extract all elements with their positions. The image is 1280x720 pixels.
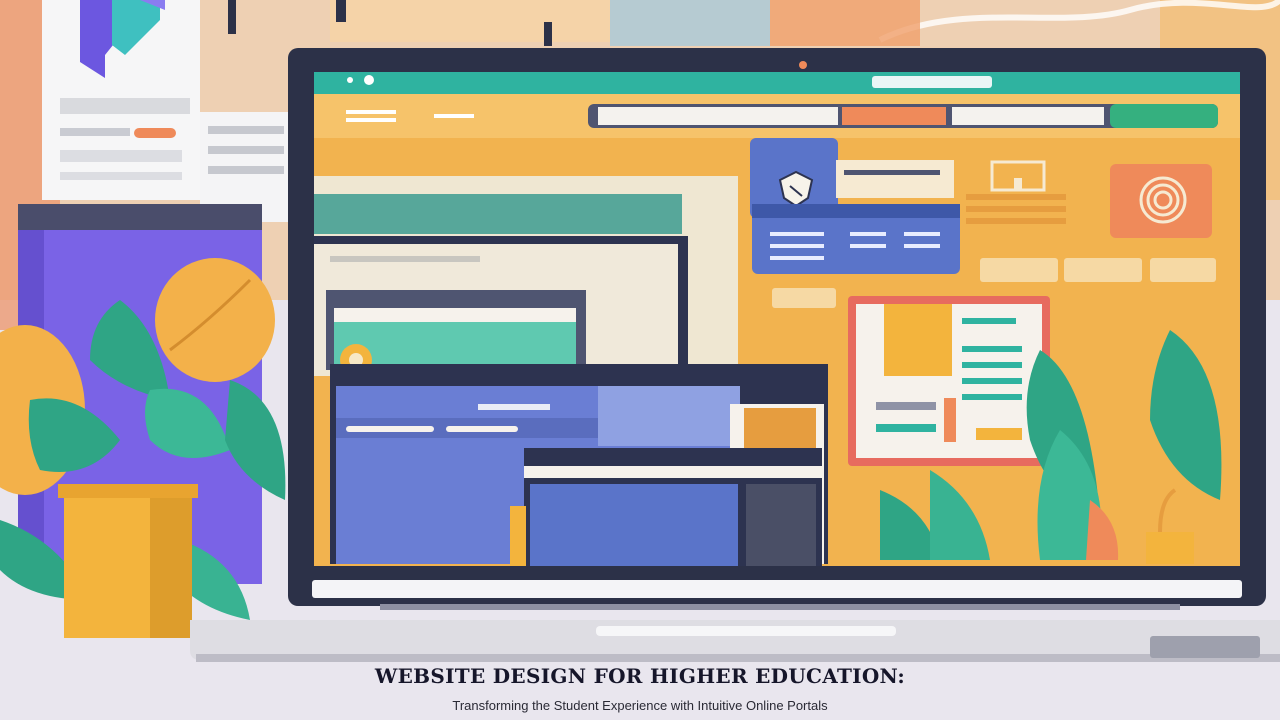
content-card-teal	[314, 194, 682, 234]
list-line	[770, 232, 824, 236]
dashboard-line	[876, 424, 936, 432]
list-card-header	[752, 204, 960, 218]
dashboard-pill	[976, 428, 1022, 440]
document-line	[208, 126, 284, 134]
list-line	[770, 256, 824, 260]
window-popup-side	[746, 484, 816, 566]
dashboard-block	[884, 304, 952, 376]
list-line	[904, 244, 940, 248]
screen-plant-pot	[1146, 532, 1194, 564]
fingerprint-card	[1110, 164, 1212, 238]
info-card-line	[844, 170, 940, 175]
cable	[228, 0, 236, 34]
laptop-hinge	[312, 580, 1242, 598]
text-block	[966, 194, 1066, 200]
laptop-base-edge	[196, 654, 1280, 662]
webcam-icon	[799, 61, 807, 69]
toolbar-text	[346, 110, 396, 114]
window-stack-back-header	[334, 308, 576, 322]
poster-pill	[134, 128, 176, 138]
poster-line	[60, 128, 130, 136]
window-popup-body	[530, 484, 738, 566]
window-line	[330, 256, 420, 262]
list-line	[850, 232, 886, 236]
browser-active-tab	[872, 76, 992, 88]
chip	[772, 288, 836, 308]
purple-box-lid	[18, 204, 262, 230]
toolbar-text	[346, 118, 396, 122]
list-line	[850, 244, 886, 248]
nav-segment-green	[1110, 104, 1218, 128]
info-card	[836, 160, 954, 198]
plant-pot-rim	[58, 484, 198, 498]
text-block	[966, 218, 1066, 224]
dashboard-line	[876, 402, 936, 410]
poster-line	[60, 98, 190, 114]
background-tile	[330, 0, 610, 42]
nav-segment-orange	[842, 107, 946, 125]
dashboard-line	[962, 378, 1022, 384]
window-main-line	[446, 426, 518, 432]
illustration-scene	[0, 0, 1280, 720]
laptop-trackpad-notch	[596, 626, 896, 636]
browser-dot	[364, 75, 374, 85]
dashboard-line	[962, 394, 1022, 400]
window-main-line	[346, 426, 434, 432]
browser-tab-bar	[314, 72, 1240, 94]
dashboard-bar	[944, 398, 956, 442]
document-line	[208, 166, 284, 174]
window-main-side	[598, 386, 740, 446]
background-tile-orange	[770, 0, 920, 46]
caption-title: WEBSITE DESIGN FOR HIGHER EDUCATION:	[374, 664, 906, 688]
nav-segment	[598, 107, 838, 125]
list-line	[770, 244, 824, 248]
window-main-line	[478, 404, 550, 410]
plant-pot-shade	[150, 498, 192, 638]
chip	[980, 258, 1058, 282]
background-tile-blue	[610, 0, 770, 46]
dashboard-line	[962, 362, 1022, 368]
poster-line	[60, 150, 182, 162]
caption-subtitle: Transforming the Student Experience with…	[452, 698, 828, 713]
window-line	[420, 256, 480, 262]
document-line	[208, 146, 284, 154]
list-line	[904, 232, 940, 236]
laptop-foot	[1150, 636, 1260, 658]
dashboard-line	[962, 346, 1022, 352]
orange-leaf	[155, 258, 275, 382]
chip	[1150, 258, 1216, 282]
text-block	[966, 206, 1066, 212]
laptop-hinge-line	[380, 604, 1180, 610]
chip	[1064, 258, 1142, 282]
window-popup-accent	[510, 506, 526, 566]
window-popup-header	[524, 466, 822, 478]
cable	[544, 22, 552, 46]
cable	[336, 0, 346, 22]
poster-line	[60, 172, 182, 180]
dashboard-line	[962, 318, 1016, 324]
nav-segment	[952, 107, 1104, 125]
browser-dot	[347, 77, 353, 83]
toolbar-text	[434, 114, 474, 118]
window-main-panel-bar	[744, 408, 816, 448]
